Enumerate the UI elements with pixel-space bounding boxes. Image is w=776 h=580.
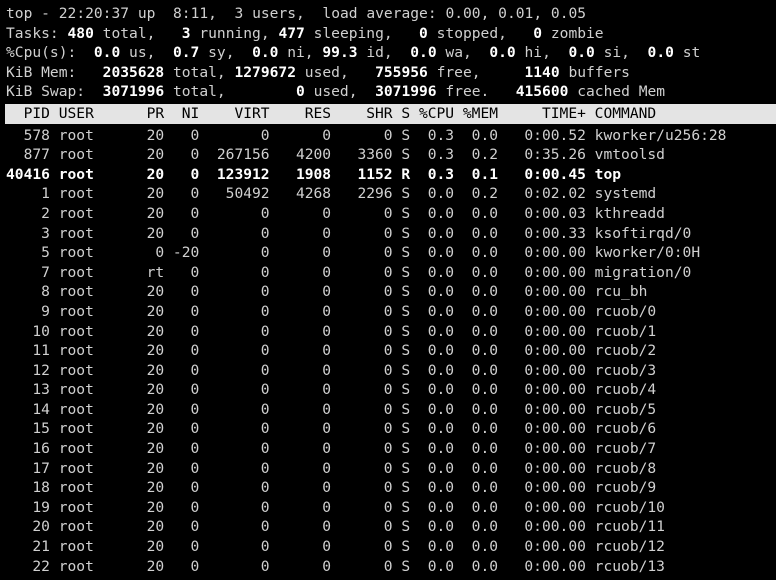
mem-buffers-value: 1140 [524, 63, 560, 81]
table-row[interactable]: 17 root 20 0 0 0 0 S 0.0 0.0 0:00.00 rcu… [0, 459, 776, 479]
tasks-zombie-value: 0 [533, 24, 543, 42]
mem-buffers-label: buffers [568, 63, 630, 81]
uptime-users-label: users, [252, 5, 305, 22]
tasks-running-label: running, [199, 24, 270, 42]
mem-total-label: total, [172, 63, 226, 81]
cpu-sy-label: sy, [208, 44, 235, 62]
cpu-st-label: st [682, 44, 701, 62]
process-table-header[interactable]: PID USER PR NI VIRT RES SHR S %CPU %MEM … [5, 103, 776, 124]
top-swap-line: KiB Swap: 3071996 total, 0 used, 3071996… [0, 82, 776, 102]
tasks-zombie-label: zombie [550, 24, 604, 42]
uptime-up-label: up [137, 5, 156, 22]
cpu-wa-value: 0.0 [410, 44, 437, 62]
cpu-label: %Cpu(s): [6, 44, 77, 62]
table-row[interactable]: 9 root 20 0 0 0 0 S 0.0 0.0 0:00.00 rcuo… [0, 302, 776, 322]
mem-used-label: used, [304, 63, 349, 81]
mem-free-label: free, [436, 63, 481, 81]
cpu-sy-value: 0.7 [172, 44, 200, 62]
load-average-label: load average: [322, 5, 437, 22]
top-tasks-line: Tasks: 480 total, 3 running, 477 sleepin… [0, 24, 776, 44]
table-row[interactable]: 12 root 20 0 0 0 0 S 0.0 0.0 0:00.00 rcu… [0, 361, 776, 381]
uptime-dash: - [41, 5, 50, 22]
cpu-hi-label: hi, [524, 44, 551, 62]
table-row[interactable]: 5 root 0 -20 0 0 0 S 0.0 0.0 0:00.00 kwo… [0, 243, 776, 263]
mem-used-value: 1279672 [234, 63, 296, 81]
cpu-wa-label: wa, [445, 44, 472, 62]
uptime-duration: 8:11, [173, 5, 217, 22]
tasks-stopped-label: stopped, [436, 24, 507, 42]
cpu-si-label: si, [603, 44, 630, 62]
mem-label: KiB Mem: [6, 63, 77, 81]
table-row[interactable]: 7 root rt 0 0 0 0 S 0.0 0.0 0:00.00 migr… [0, 263, 776, 283]
table-row[interactable]: 8 root 20 0 0 0 0 S 0.0 0.0 0:00.00 rcu_… [0, 282, 776, 302]
table-row[interactable]: 13 root 20 0 0 0 0 S 0.0 0.0 0:00.00 rcu… [0, 380, 776, 400]
swap-label: KiB Swap: [6, 83, 86, 101]
table-row[interactable]: 18 root 20 0 0 0 0 S 0.0 0.0 0:00.00 rcu… [0, 478, 776, 498]
table-row[interactable]: 3 root 20 0 0 0 0 S 0.0 0.0 0:00.33 ksof… [0, 224, 776, 244]
cpu-us-value: 0.0 [93, 44, 121, 62]
tasks-stopped-value: 0 [419, 24, 428, 42]
top-mem-line: KiB Mem: 2035628 total, 1279672 used, 75… [0, 63, 776, 83]
tasks-total-label: total, [102, 24, 156, 42]
table-row[interactable]: 22 root 20 0 0 0 0 S 0.0 0.0 0:00.00 rcu… [0, 557, 776, 577]
table-row[interactable]: 1 root 20 0 50492 4268 2296 S 0.0 0.2 0:… [0, 184, 776, 204]
load-average-1min: 0.00, [445, 5, 490, 22]
table-row[interactable]: 40416 root 20 0 123912 1908 1152 R 0.3 0… [0, 165, 776, 185]
tasks-sleeping-value: 477 [278, 24, 305, 42]
table-row[interactable]: 877 root 20 0 267156 4200 3360 S 0.3 0.2… [0, 145, 776, 165]
cpu-id-value: 99.3 [322, 44, 358, 62]
cpu-st-value: 0.0 [647, 44, 674, 62]
tasks-total-value: 480 [67, 24, 94, 42]
swap-total-label: total, [172, 83, 226, 101]
uptime-program: top [6, 5, 33, 22]
terminal-screen[interactable]: top - 22:20:37 up 8:11, 3 users, load av… [0, 0, 776, 580]
cpu-si-value: 0.0 [568, 44, 595, 62]
table-row[interactable]: 10 root 20 0 0 0 0 S 0.0 0.0 0:00.00 rcu… [0, 322, 776, 342]
table-row[interactable]: 15 root 20 0 0 0 0 S 0.0 0.0 0:00.00 rcu… [0, 419, 776, 439]
swap-used-label: used, [313, 83, 358, 101]
cpu-id-label: id, [366, 44, 393, 62]
tasks-label: Tasks: [6, 24, 59, 42]
cpu-ni-value: 0.0 [252, 44, 279, 62]
table-row[interactable]: 21 root 20 0 0 0 0 S 0.0 0.0 0:00.00 rcu… [0, 537, 776, 557]
tasks-sleeping-label: sleeping, [313, 24, 393, 42]
load-average-5min: 0.01, [498, 5, 543, 22]
swap-used-value: 0 [295, 83, 305, 101]
table-row[interactable]: 14 root 20 0 0 0 0 S 0.0 0.0 0:00.00 rcu… [0, 400, 776, 420]
table-row[interactable]: 16 root 20 0 0 0 0 S 0.0 0.0 0:00.00 rcu… [0, 439, 776, 459]
table-row[interactable]: 2 root 20 0 0 0 0 S 0.0 0.0 0:00.03 kthr… [0, 204, 776, 224]
load-average-15min: 0.05 [550, 5, 587, 22]
cpu-us-label: us, [129, 44, 156, 62]
table-row[interactable]: 578 root 20 0 0 0 0 S 0.3 0.0 0:00.52 kw… [0, 126, 776, 146]
swap-free-value: 3071996 [375, 83, 437, 101]
swap-free-label: free. [445, 83, 490, 101]
mem-free-value: 755956 [375, 63, 428, 81]
uptime-users-count: 3 [234, 5, 244, 22]
swap-cached-label: cached Mem [577, 83, 666, 101]
uptime-clock: 22:20:37 [58, 5, 130, 22]
cpu-hi-value: 0.0 [489, 44, 516, 62]
table-row[interactable]: 20 root 20 0 0 0 0 S 0.0 0.0 0:00.00 rcu… [0, 517, 776, 537]
cpu-ni-label: ni, [287, 44, 314, 62]
mem-total-value: 2035628 [102, 63, 165, 81]
top-cpu-line: %Cpu(s): 0.0 us, 0.7 sy, 0.0 ni, 99.3 id… [0, 43, 776, 63]
process-table-body: 578 root 20 0 0 0 0 S 0.3 0.0 0:00.52 kw… [0, 126, 776, 577]
table-row[interactable]: 11 root 20 0 0 0 0 S 0.0 0.0 0:00.00 rcu… [0, 341, 776, 361]
swap-cached-value: 415600 [515, 83, 569, 101]
table-row[interactable]: 19 root 20 0 0 0 0 S 0.0 0.0 0:00.00 rcu… [0, 498, 776, 518]
swap-total-value: 3071996 [102, 83, 165, 101]
tasks-running-value: 3 [181, 24, 191, 42]
top-uptime-line: top - 22:20:37 up 8:11, 3 users, load av… [0, 4, 776, 24]
